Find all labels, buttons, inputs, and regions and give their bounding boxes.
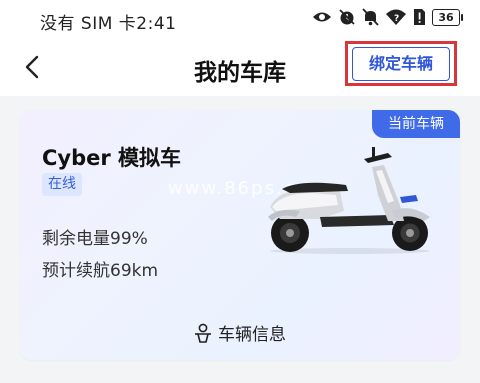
eye-icon	[313, 12, 331, 22]
scooter-info-icon	[195, 323, 211, 343]
battery-remaining: 剩余电量99%	[42, 229, 148, 249]
online-status-badge: 在线	[42, 173, 82, 196]
wifi-question-icon: ?	[386, 9, 406, 25]
scooter-image	[268, 147, 430, 254]
battery-icon: 36	[432, 8, 463, 26]
status-icons: ? 36	[312, 8, 463, 26]
vehicle-info-label: 车辆信息	[218, 325, 286, 345]
carrier-time: 没有 SIM 卡2:41	[40, 9, 176, 34]
vehicle-info-link[interactable]: 车辆信息	[20, 320, 460, 345]
sim-alert-icon	[414, 9, 425, 25]
bell-off-icon	[362, 8, 379, 26]
vehicle-name: Cyber 模拟车	[42, 146, 182, 170]
current-vehicle-badge: 当前车辆	[372, 110, 460, 138]
vehicle-card[interactable]: 当前车辆 Cyber 模拟车 在线 www.86ps.com 剩余电量99% 预…	[20, 110, 460, 360]
svg-text:?: ?	[394, 14, 399, 24]
bind-vehicle-button[interactable]: 绑定车辆	[352, 47, 450, 81]
carrier-label: 没有 SIM 卡	[40, 14, 137, 34]
estimated-range: 预计续航69km	[42, 261, 159, 281]
clock: 2:41	[136, 14, 177, 34]
alarm-off-icon	[339, 9, 355, 25]
status-bar: 没有 SIM 卡2:41 ? 36	[0, 0, 480, 36]
header: 我的车库 绑定车辆	[0, 36, 480, 96]
